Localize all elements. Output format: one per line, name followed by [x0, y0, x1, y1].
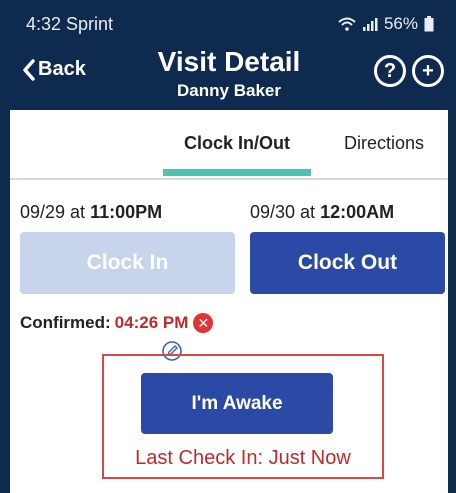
- question-circle-icon[interactable]: ?: [374, 55, 406, 87]
- end-date-prefix: 09/30 at: [250, 202, 321, 222]
- top-bar: 4:32 Sprint 56% Back Visit Detail Danny …: [10, 0, 448, 110]
- start-time: 11:00PM: [90, 202, 163, 222]
- signal-icon: [362, 18, 378, 31]
- battery-icon: [424, 16, 434, 32]
- app-screen: 4:32 Sprint 56% Back Visit Detail Danny …: [10, 0, 448, 493]
- status-bar: 4:32 Sprint 56%: [10, 0, 448, 38]
- wifi-icon: [338, 17, 356, 31]
- close-circle-icon[interactable]: ✕: [193, 313, 214, 333]
- clock-in-button[interactable]: Clock In: [20, 232, 235, 294]
- battery-percent: 56%: [383, 14, 418, 33]
- im-awake-button[interactable]: I'm Awake: [141, 373, 333, 434]
- confirmed-status: Confirmed: 04:26 PM ✕: [20, 313, 214, 333]
- last-check-in-text: Last Check In: Just Now: [135, 447, 351, 469]
- end-date: 09/30 at 12:00AM: [250, 202, 394, 223]
- clock-out-button[interactable]: Clock Out: [250, 232, 445, 294]
- right-frame: [448, 0, 456, 493]
- end-time: 12:00AM: [320, 202, 395, 222]
- plus-circle-icon[interactable]: +: [412, 55, 444, 87]
- confirmed-label: Confirmed:: [20, 313, 111, 332]
- left-frame: [0, 0, 10, 493]
- tab-clock-in-out[interactable]: Clock In/Out: [184, 133, 290, 154]
- tab-active-indicator: [163, 169, 311, 176]
- start-date-prefix: 09/29 at: [20, 202, 91, 222]
- start-date: 09/29 at 11:00PM: [20, 202, 162, 223]
- tab-directions[interactable]: Directions: [344, 133, 424, 154]
- confirmed-time: 04:26 PM: [114, 313, 189, 332]
- status-icons: 56%: [338, 14, 434, 34]
- tab-bar: Clock In/Out Directions: [10, 110, 448, 180]
- status-time: 4:32 Sprint: [26, 14, 114, 34]
